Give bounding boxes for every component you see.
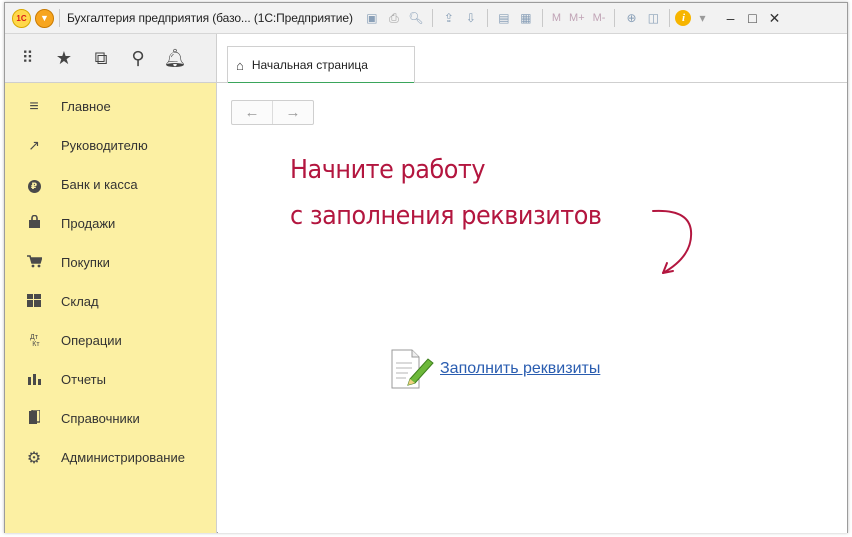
print-icon[interactable]: ⎙: [386, 10, 402, 26]
sidebar-item-reports[interactable]: Отчеты: [5, 360, 216, 399]
tools-panel: ⠿ ★ ⧉ ⚲ 🔔︎: [5, 34, 217, 82]
sidebar-item-label: Справочники: [61, 411, 140, 426]
maximize-button[interactable]: □: [741, 10, 763, 26]
toolbar-separator: [614, 9, 616, 27]
arrow-right-icon: →: [285, 104, 301, 121]
sidebar-item-admin[interactable]: ⚙ Администрирование: [5, 438, 216, 477]
app-logo-icon: 1С: [12, 8, 31, 28]
save-file-icon[interactable]: ⇩: [463, 10, 479, 26]
calculator-icon[interactable]: ▤: [496, 10, 512, 26]
sidebar-item-label: Покупки: [61, 255, 110, 270]
sidebar-item-warehouse[interactable]: Склад: [5, 282, 216, 321]
bar-chart-icon: [24, 372, 44, 388]
search-icon[interactable]: ⚲: [123, 48, 153, 69]
home-icon: ⌂: [236, 57, 244, 73]
info-icon[interactable]: i: [675, 10, 692, 26]
gear-icon: ⚙: [26, 449, 42, 467]
ruble-icon: ₽: [24, 176, 44, 193]
tab-label: Начальная страница: [251, 58, 368, 72]
document-edit-icon: [391, 349, 434, 389]
zoom-icon[interactable]: ⊕: [623, 10, 639, 26]
warehouse-icon: [24, 293, 44, 310]
app-window: 1С ▼ Бухгалтерия предприятия (базо... (1…: [4, 2, 848, 533]
curved-arrow-icon: [652, 209, 693, 274]
sidebar-item-label: Продажи: [61, 216, 116, 231]
sidebar-item-references[interactable]: Справочники: [5, 399, 216, 438]
toolbar-separator: [431, 9, 433, 27]
tab-home[interactable]: ⌂ Начальная страница: [227, 46, 415, 84]
preview-icon[interactable]: 🔍︎: [408, 10, 424, 26]
sidebar-item-purchases[interactable]: Покупки: [5, 243, 216, 282]
panels-icon[interactable]: ◫: [645, 10, 661, 26]
toolbar-separator: [541, 9, 543, 27]
sidebar-item-main[interactable]: ≡ Главное: [5, 87, 216, 126]
menu-lines-icon: ≡: [29, 97, 39, 115]
title-bar: 1С ▼ Бухгалтерия предприятия (базо... (1…: [5, 3, 847, 34]
hint-line-2: с заполнения реквизитов: [290, 201, 602, 231]
history-nav: ← →: [231, 100, 314, 125]
history-icon[interactable]: ⧉: [86, 48, 116, 69]
main-menu-button[interactable]: ▼: [35, 8, 54, 28]
back-button[interactable]: ←: [232, 101, 272, 124]
toolbar-separator: [669, 9, 671, 27]
toolbar-separator: [486, 9, 488, 27]
memory-button[interactable]: M: [552, 10, 561, 26]
sidebar-item-label: Главное: [61, 99, 111, 114]
top-panel: ⠿ ★ ⧉ ⚲ 🔔︎ ⌂ Начальная страница: [5, 34, 847, 84]
title-toolbar: ▣ ⎙ 🔍︎ ⇪ ⇩ ▤ ▦ M M+ M- ⊕ ◫ i ▾: [361, 9, 714, 27]
window-controls: – □ ✕: [719, 10, 785, 27]
trend-icon: ↗: [28, 137, 40, 153]
grid-menu-icon[interactable]: ⠿: [12, 48, 42, 68]
memory-minus-button[interactable]: M-: [593, 10, 606, 26]
hint-text: Начните работу с заполнения реквизитов: [290, 147, 602, 239]
memory-plus-button[interactable]: M+: [569, 10, 585, 26]
minimize-button[interactable]: –: [719, 10, 741, 26]
sidebar-item-label: Отчеты: [61, 372, 106, 387]
book-icon: [24, 409, 44, 427]
sidebar-item-manager[interactable]: ↗ Руководителю: [5, 126, 216, 165]
calendar-icon[interactable]: ▦: [518, 10, 534, 26]
load-file-icon[interactable]: ⇪: [441, 10, 457, 26]
window-title: Бухгалтерия предприятия (базо... (1С:Пре…: [67, 11, 353, 25]
sections-sidebar: ≡ Главное ↗ Руководителю ₽ Банк и касса …: [5, 83, 217, 533]
sidebar-item-operations[interactable]: Дт Кт Операции: [5, 321, 216, 360]
sidebar-item-label: Администрирование: [61, 450, 185, 465]
close-button[interactable]: ✕: [763, 10, 785, 27]
save-icon[interactable]: ▣: [364, 10, 380, 26]
bell-icon[interactable]: 🔔︎: [160, 48, 190, 69]
sidebar-item-sales[interactable]: Продажи: [5, 204, 216, 243]
sidebar-item-label: Руководителю: [61, 138, 148, 153]
sidebar-item-label: Склад: [61, 294, 99, 309]
debit-credit-icon: Дт Кт: [28, 333, 40, 348]
sidebar-item-label: Операции: [61, 333, 122, 348]
bag-icon: [24, 214, 44, 232]
arrow-left-icon: ←: [244, 104, 260, 121]
title-separator: [59, 9, 60, 27]
sidebar-item-bank[interactable]: ₽ Банк и касса: [5, 165, 216, 204]
forward-button[interactable]: →: [272, 101, 313, 124]
main-content: ← → Начните работу с заполнения реквизит…: [218, 83, 847, 533]
chevron-down-icon[interactable]: ▾: [694, 10, 710, 26]
cart-icon: [24, 254, 44, 271]
fill-requisites-link-label[interactable]: Заполнить реквизиты: [440, 360, 600, 378]
sidebar-item-label: Банк и касса: [61, 177, 138, 192]
hint-line-1: Начните работу: [290, 155, 486, 185]
star-icon[interactable]: ★: [49, 48, 79, 69]
fill-requisites-link[interactable]: Заполнить реквизиты: [390, 349, 600, 389]
